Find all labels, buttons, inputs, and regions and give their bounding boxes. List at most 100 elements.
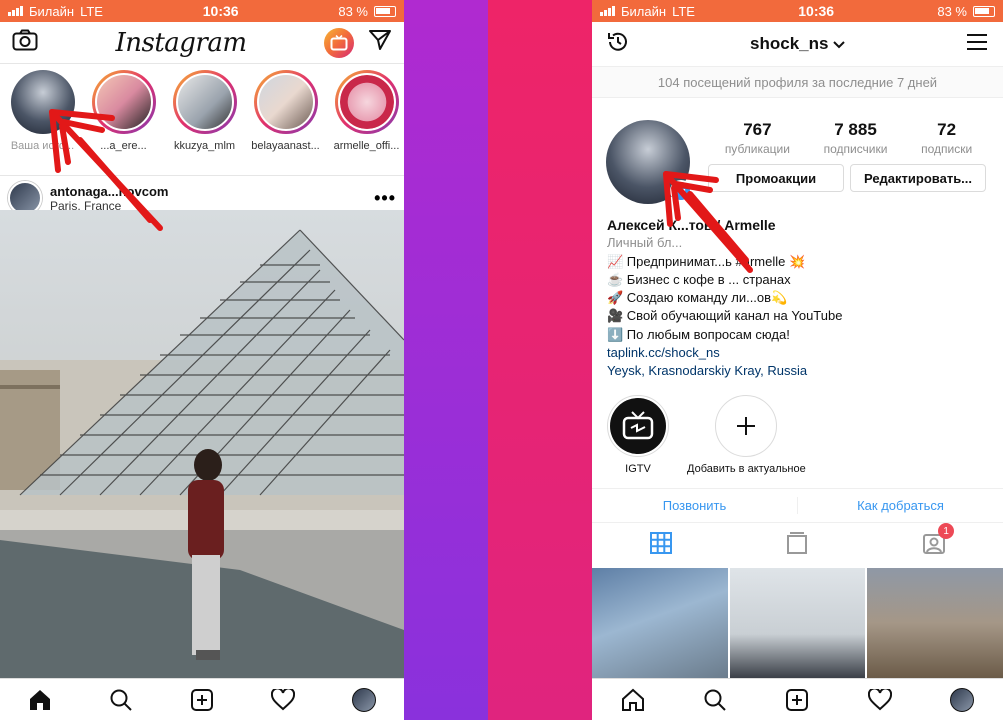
add-post-icon[interactable] [784,687,810,713]
bio-website-link[interactable]: taplink.cc/shock_ns [607,344,988,362]
direct-message-icon[interactable] [368,29,392,56]
story-avatar [256,73,315,131]
phone-feed-screen: Билайн LTE 10:36 83 % Instagram Ваша ист… [0,0,404,720]
profile-tab[interactable] [949,687,975,713]
profile-avatar-icon [949,687,974,712]
bio-line: ☕ Бизнес с кофе в ... странах [607,271,791,287]
grid-post-thumbnail[interactable] [729,568,866,678]
posts-grid [592,568,1003,678]
history-icon[interactable] [606,30,630,59]
carrier-name: Билайн [29,3,75,19]
call-button[interactable]: Позвонить [592,489,797,522]
pyramid-photo-illustration [0,229,404,678]
home-icon[interactable] [27,687,53,713]
add-post-icon[interactable] [189,687,215,713]
bottom-tab-bar [592,678,1003,720]
igtv-icon[interactable] [323,27,354,58]
story-item-own[interactable]: Ваша исто... [4,70,81,175]
directions-button[interactable]: Как добраться [798,489,1003,522]
story-highlights: IGTV Добавить в актуальное [592,381,1003,475]
background-right [488,0,592,720]
bio-location-link[interactable]: Yeysk, Krasnodarskiy Kray, Russia [607,362,988,380]
post-photo[interactable] [0,210,404,678]
story-avatar [94,73,153,131]
story-label: ...a_ere... [100,140,147,152]
bio-line: 🚀 Создаю команду ли...ов💫 [607,290,788,306]
plus-icon [715,394,778,457]
bio-line: ⬇️ По любым вопросам сюда! [607,326,790,342]
stat-followers[interactable]: 7 885 подписчики [824,120,888,156]
phone-profile-screen: Билайн LTE 10:36 83 % shock_ns 104 посещ… [592,0,1003,720]
edit-profile-button[interactable]: Редактировать... [850,164,986,192]
status-time: 10:36 [798,3,835,19]
profile-tab[interactable] [351,687,377,713]
profile-username: shock_ns [750,34,829,53]
promotions-button[interactable]: Промоакции [708,164,844,192]
story-item[interactable]: belayaanast... [247,70,324,175]
highlight-igtv[interactable]: IGTV [607,394,669,475]
stat-number: 767 [743,120,772,139]
heart-icon[interactable] [270,687,296,713]
story-item[interactable]: ...a_ere... [85,70,162,175]
story-avatar [175,73,234,131]
story-label: kkuzya_mlm [173,140,236,152]
home-icon[interactable] [620,687,646,713]
status-bar: Билайн LTE 10:36 83 % [592,0,1003,22]
stat-following[interactable]: 72 подписки [921,120,972,156]
status-bar: Билайн LTE 10:36 83 % [0,0,404,22]
profile-bio: Алексей К...тов / Armelle Личный бл... 📈… [592,204,1003,381]
search-icon[interactable] [108,687,134,713]
tagged-photos-icon[interactable]: 1 [922,523,955,560]
bottom-tab-bar [0,678,404,720]
story-item[interactable]: armelle_offi... [328,70,404,175]
status-time: 10:36 [202,3,239,19]
contact-buttons: Позвонить Как добраться [592,488,1003,522]
carrier-name: Билайн [621,3,667,19]
grid-view-icon[interactable] [649,531,673,560]
signal-icon [600,6,615,16]
chevron-down-icon [833,36,845,53]
profile-stats: 767 публикации 7 885 подписчики 72 подпи… [708,120,989,156]
bio-line: 🎥 Свой обучающий канал на YouTube [607,308,843,324]
profile-avatar[interactable]: + [606,120,692,204]
more-options-icon[interactable]: ••• [374,188,396,209]
search-icon[interactable] [702,687,728,713]
camera-icon[interactable] [12,29,38,56]
profile-visits-banner[interactable]: 104 посещений профиля за последние 7 дне… [592,66,1003,98]
bio-category: Личный бл... [607,235,683,251]
network-type: LTE [80,3,103,19]
signal-icon [8,6,23,16]
stat-number: 72 [937,120,957,139]
feed-header: Instagram [0,22,404,64]
grid-post-thumbnail[interactable] [867,568,1003,678]
story-item[interactable]: kkuzya_mlm [166,70,243,175]
highlight-label: IGTV [625,462,651,475]
profile-avatar-icon [351,687,376,712]
menu-icon[interactable] [965,32,989,57]
add-story-plus-icon[interactable]: + [670,180,692,202]
feed-view-icon[interactable] [786,531,808,560]
battery-percent: 83 % [338,3,368,19]
battery-percent: 83 % [937,3,967,19]
bio-line: 📈 Предпринимат...ь #armelle 💥 [607,253,806,269]
instagram-logo: Instagram [115,27,247,58]
bio-full-name: Алексей К...тов / Armelle [607,217,776,233]
post-author-username[interactable]: antonaga...novcom [50,184,168,199]
profile-summary: + 767 публикации 7 885 подписчики 72 под… [592,98,1003,204]
username-switcher[interactable]: shock_ns [750,34,845,54]
stat-posts[interactable]: 767 публикации [725,120,790,156]
story-avatar [10,70,75,134]
story-label: belayaanast... [251,140,320,152]
heart-icon[interactable] [867,687,893,713]
highlight-add-new[interactable]: Добавить в актуальное [687,394,806,475]
stat-label: подписки [921,142,973,156]
battery-icon [374,5,396,17]
stat-label: публикации [724,142,790,156]
profile-view-tabs: 1 [592,522,1003,568]
igtv-highlight-icon [610,397,666,454]
profile-header: shock_ns [592,22,1003,66]
stat-number: 7 885 [834,120,877,139]
grid-post-thumbnail[interactable] [592,568,728,678]
story-label: Ваша исто... [10,140,75,152]
highlight-label: Добавить в актуальное [687,462,806,475]
